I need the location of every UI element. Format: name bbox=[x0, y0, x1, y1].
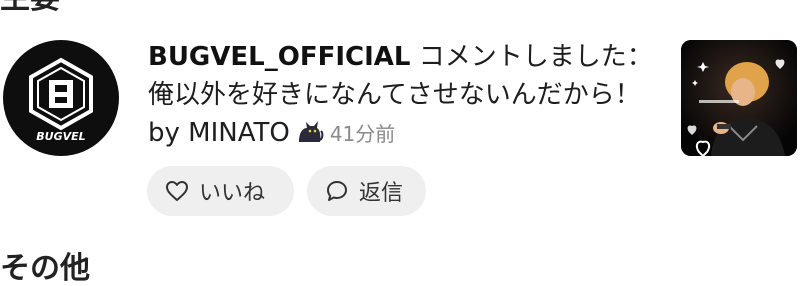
user-name[interactable]: BUGVEL_OFFICIAL bbox=[148, 42, 410, 72]
reply-label: 返信 bbox=[359, 181, 404, 206]
bugvel-logo-icon: BUGVEL bbox=[29, 57, 93, 143]
avatar[interactable]: BUGVEL bbox=[3, 40, 119, 156]
notification-item[interactable]: BUGVEL BUGVEL_OFFICIAL コメントしました： 俺以外を好きに… bbox=[0, 0, 804, 240]
like-label: いいね bbox=[199, 181, 266, 206]
post-thumbnail[interactable] bbox=[681, 40, 797, 156]
reply-button[interactable]: 返信 bbox=[307, 166, 426, 216]
post-photo bbox=[681, 40, 797, 156]
speech-bubble-icon bbox=[327, 181, 347, 201]
avatar-logo-text: BUGVEL bbox=[36, 130, 85, 143]
black-cat-icon bbox=[298, 121, 324, 142]
action-text: コメントしました： bbox=[410, 42, 653, 72]
timestamp: 41分前 bbox=[329, 122, 396, 146]
section-title-other: その他 bbox=[0, 251, 90, 286]
heart-icon bbox=[166, 181, 188, 201]
notification-message[interactable]: BUGVEL_OFFICIAL コメントしました： 俺以外を好きになんてさせない… bbox=[148, 38, 656, 153]
like-button[interactable]: いいね bbox=[147, 166, 294, 216]
